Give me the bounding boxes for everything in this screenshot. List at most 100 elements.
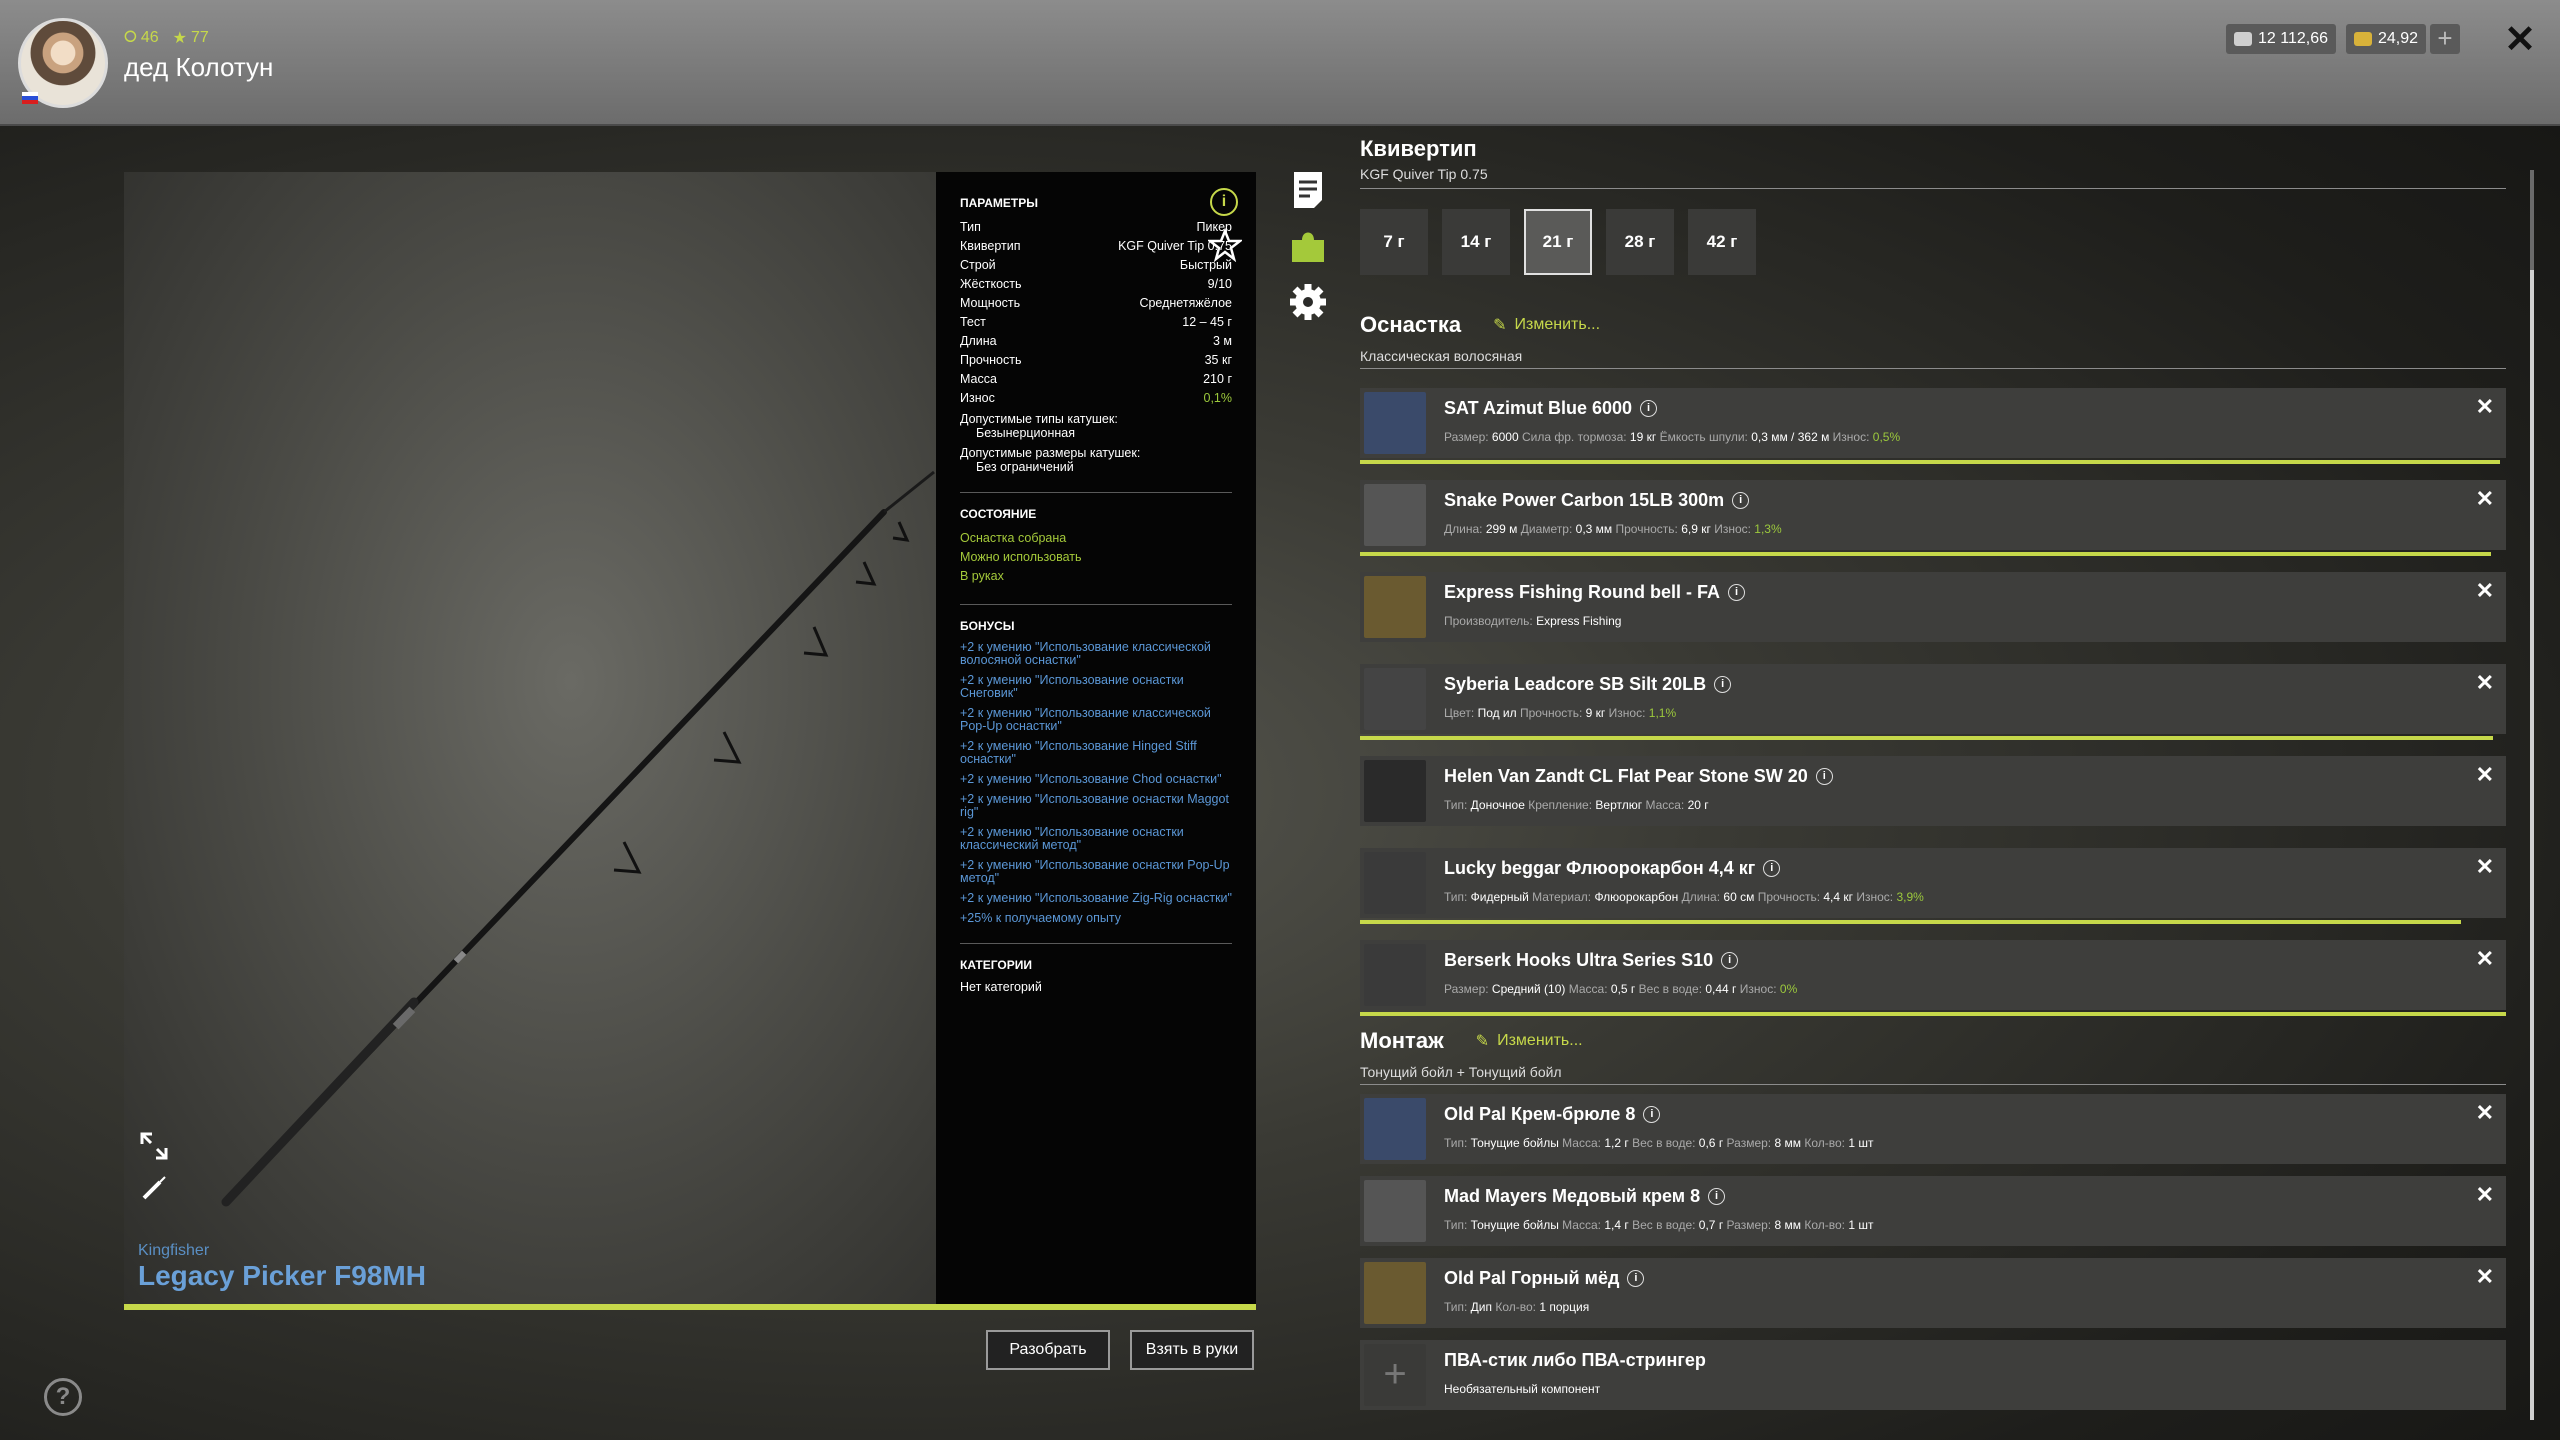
rank-stat: ★ 77 [172,29,209,47]
item-thumbnail [1364,852,1426,914]
item-thumbnail [1364,1262,1426,1324]
equipment-item[interactable]: Old Pal Горный мёд i Тип: Дип Кол-во: 1 по… [1360,1258,2506,1328]
bonus-item: +2 к умению "Использование оснастки Снег… [960,673,1184,700]
fullscreen-icon[interactable] [138,1130,170,1162]
favorite-star-icon[interactable] [1208,228,1242,262]
remove-icon[interactable]: ✕ [2476,1264,2494,1290]
remove-icon[interactable]: ✕ [2476,394,2494,420]
detail-value: Тонущие бойлы [1470,1136,1559,1150]
info-icon[interactable]: i [1627,1270,1645,1287]
bonus-item: +25% к получаемому опыту [960,911,1121,925]
detail-label: Масса: [1645,798,1688,812]
equipment-item[interactable]: Syberia Leadcore SB Silt 20LB i Цвет: Под … [1360,664,2506,734]
wear-bar [1360,920,2461,924]
item-thumbnail [1364,484,1426,546]
tackle-edit-link[interactable]: ✎ Изменить... [1493,315,1600,335]
detail-label: Размер: [1444,430,1492,444]
quiver-tab[interactable]: 42 г [1688,209,1756,275]
item-name: Old Pal Крем-брюле 8 i [1444,1104,1661,1125]
param-key: Тип [960,220,981,234]
durability-bar [124,1304,1256,1310]
item-name: Helen Van Zandt CL Flat Pear Stone SW 20… [1444,766,1833,787]
quiver-tabs: 7 г 14 г 21 г 28 г 42 г [1360,209,2506,275]
quiver-tab[interactable]: 21 г [1524,209,1592,275]
param-row: Квивертип KGF Quiver Tip 0.75 [960,237,1232,256]
tackle-title: Оснастка [1360,312,1462,337]
item-details: Тип: Фидерный Материал: Флюорокарбон Дли… [1444,890,1924,904]
notes-icon[interactable] [1288,170,1328,210]
remove-icon[interactable]: ✕ [2476,762,2494,788]
info-icon[interactable]: i [1643,1106,1661,1123]
close-icon[interactable]: ✕ [2500,20,2540,60]
tackle-header: Оснастка ✎ Изменить... [1360,312,1600,338]
info-icon[interactable]: i [1763,860,1781,877]
wear-bar [1360,1012,2506,1016]
brush-icon[interactable] [138,1172,170,1204]
remove-icon[interactable]: ✕ [2476,946,2494,972]
rod-preview[interactable]: Kingfisher Legacy Picker F98MH [124,172,936,1304]
item-thumbnail [1364,1098,1426,1160]
gold-balance: 24,92 [2346,24,2427,54]
scrollbar[interactable] [2530,170,2534,1420]
detail-value: 1,4 г [1604,1218,1629,1232]
item-details: Размер: 6000 Сила фр. тормоза: 19 кг Ёмк… [1444,430,1900,444]
detail-label: Кол-во: [1495,1300,1540,1314]
detail-label: Прочность: [1757,890,1824,904]
disassemble-button[interactable]: Разобрать [986,1330,1110,1370]
quiver-tab[interactable]: 7 г [1360,209,1428,275]
detail-label: Размер: [1726,1136,1775,1150]
equipment-item[interactable]: Lucky beggar Флюорокарбон 4,4 кг i Тип: Фи… [1360,848,2506,918]
info-icon[interactable]: i [1708,1188,1726,1205]
detail-value: 1,2 г [1604,1136,1629,1150]
detail-value: 6000 [1491,430,1519,444]
divider [960,604,1232,605]
info-icon[interactable]: i [1732,492,1750,509]
parameters-panel: ПАРАМЕТРЫ Тип Пикер Квивертип KGF Quiver Ti… [936,172,1256,1304]
gear-icon[interactable] [1288,282,1328,322]
equipment-item[interactable]: Mad Mayers Медовый крем 8 i Тип: Тонущие б… [1360,1176,2506,1246]
reel-sizes-note: Допустимые размеры катушек: Без ограниче… [960,446,1141,474]
info-icon[interactable]: i [1210,188,1238,216]
detail-value: 299 м [1485,522,1518,536]
state-title: СОСТОЯНИЕ [960,507,1037,521]
item-name: Berserk Hooks Ultra Series S10 i [1444,950,1739,971]
add-currency-button[interactable]: + [2430,24,2460,54]
montage-edit-link[interactable]: ✎ Изменить... [1476,1031,1583,1051]
remove-icon[interactable]: ✕ [2476,578,2494,604]
equipment-item[interactable]: + ПВА-стик либо ПВА-стрингер Необязательны… [1360,1340,2506,1410]
info-icon[interactable]: i [1714,676,1732,693]
puzzle-icon[interactable] [1288,226,1328,266]
info-icon[interactable]: i [1815,768,1833,785]
item-name: SAT Azimut Blue 6000 i [1444,398,1658,419]
equipment-item[interactable]: SAT Azimut Blue 6000 i Размер: 6000 Сила ф… [1360,388,2506,458]
params-list: Тип Пикер Квивертип KGF Quiver Tip 0.75 Стро… [960,218,1232,408]
detail-value: Доночное [1470,798,1525,812]
equipment-item[interactable]: Snake Power Carbon 15LB 300m i Длина: 299 … [1360,480,2506,550]
take-in-hands-button[interactable]: Взять в руки [1130,1330,1254,1370]
bonus-title: БОНУСЫ [960,619,1015,633]
info-icon[interactable]: i [1640,400,1658,417]
remove-icon[interactable]: ✕ [2476,486,2494,512]
remove-icon[interactable]: ✕ [2476,854,2494,880]
item-details: Размер: Средний (10) Масса: 0,5 г Вес в … [1444,982,1797,996]
star-small-icon: ★ [172,30,187,47]
item-title: Mad Mayers Медовый крем 8 [1444,1186,1701,1206]
info-icon[interactable]: i [1728,584,1746,601]
equipment-item[interactable]: Express Fishing Round bell - FA i Производ… [1360,572,2506,642]
equipment-item[interactable]: Berserk Hooks Ultra Series S10 i Размер: С… [1360,940,2506,1010]
quiver-tab[interactable]: 28 г [1606,209,1674,275]
help-icon[interactable]: ? [44,1378,82,1416]
detail-label: Тип: [1444,890,1471,904]
info-icon[interactable]: i [1721,952,1739,969]
rod-image [221,470,935,1207]
equipment-item[interactable]: Old Pal Крем-брюле 8 i Тип: Тонущие бойлы … [1360,1094,2506,1164]
remove-icon[interactable]: ✕ [2476,1182,2494,1208]
detail-label: Тип: [1444,798,1471,812]
quiver-tab[interactable]: 14 г [1442,209,1510,275]
remove-icon[interactable]: ✕ [2476,1100,2494,1126]
scrollbar-thumb[interactable] [2530,270,2534,1420]
player-name: дед Колотун [124,52,274,82]
remove-icon[interactable]: ✕ [2476,670,2494,696]
equipment-item[interactable]: Helen Van Zandt CL Flat Pear Stone SW 20… [1360,756,2506,826]
divider [1360,368,2506,369]
